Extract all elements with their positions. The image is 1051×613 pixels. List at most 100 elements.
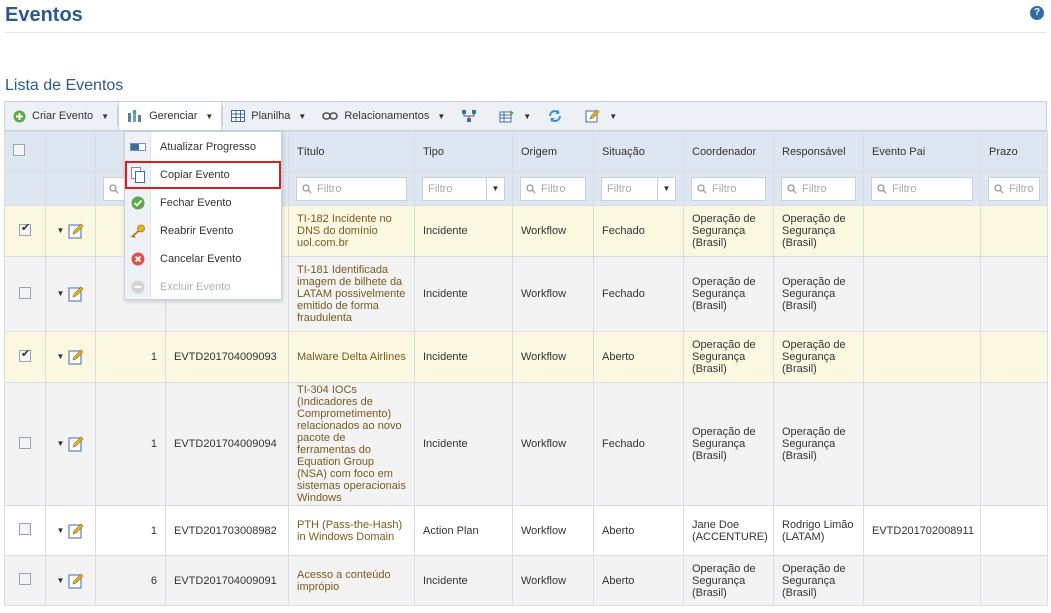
header-responsible[interactable]: Responsável <box>773 131 864 172</box>
row-id[interactable]: EVTD201703008982 <box>165 505 289 556</box>
chevron-down-icon[interactable]: ▼ <box>57 438 65 450</box>
manage-dropdown-menu: Atualizar Progresso Copiar Evento Fechar… <box>124 131 282 300</box>
filter-placeholder: Filtro <box>428 182 453 195</box>
row-status: Aberto <box>593 331 684 383</box>
create-event-label: Criar Evento <box>32 110 94 122</box>
filter-placeholder: Filtro <box>541 182 566 195</box>
row-title[interactable]: TI-182 Incidente no DNS do domínio uol.c… <box>288 205 415 257</box>
row-actions-cell: ▼ <box>45 555 96 606</box>
export-button[interactable]: ▼ <box>491 102 539 130</box>
manage-icon <box>127 109 143 123</box>
origin-filter-input[interactable]: Filtro <box>520 176 586 201</box>
edit-icon[interactable] <box>68 573 84 589</box>
chevron-down-icon[interactable]: ▼ <box>57 525 65 537</box>
spreadsheet-button[interactable]: Planilha ▼ <box>223 102 314 130</box>
header-title[interactable]: Título <box>288 131 415 172</box>
responsible-filter-input[interactable]: Filtro <box>781 176 856 201</box>
row-title[interactable]: PTH (Pass-the-Hash) in Windows Domain <box>288 505 415 556</box>
edit-icon[interactable] <box>68 349 84 365</box>
row-title[interactable]: Acesso a conteúdo imprópio <box>288 555 415 606</box>
table-row[interactable]: ▼ 1 EVTD201704009093 Malware Delta Airli… <box>4 331 1048 383</box>
menu-item-close-event[interactable]: Fechar Evento <box>125 189 281 217</box>
table-row[interactable]: ▼ 1 EVTD201704009094 TI-304 IOCs (Indica… <box>4 382 1048 506</box>
row-select-cell <box>4 331 46 383</box>
chevron-down-icon[interactable]: ▼ <box>57 225 65 237</box>
row-id[interactable]: EVTD201704009091 <box>165 555 289 606</box>
chevron-down-icon: ▼ <box>609 111 618 121</box>
edit-options-button[interactable]: ▼ <box>577 102 625 130</box>
help-icon[interactable]: ? <box>1030 6 1044 20</box>
edit-icon[interactable] <box>68 436 84 452</box>
hierarchy-button[interactable] <box>453 102 491 130</box>
header-deadline[interactable]: Prazo <box>980 131 1048 172</box>
menu-item-label: Cancelar Evento <box>160 253 242 265</box>
filter-placeholder: Filtro <box>712 182 737 195</box>
row-id[interactable]: EVTD201704009093 <box>165 331 289 383</box>
row-id[interactable]: EVTD201704009094 <box>165 382 289 506</box>
row-coordinator: Operação de Segurança (Brasil) <box>683 256 774 332</box>
filter-placeholder: Filtro <box>607 182 632 195</box>
header-status[interactable]: Situação <box>593 131 684 172</box>
row-checkbox[interactable] <box>19 348 31 362</box>
add-circle-icon <box>13 110 26 123</box>
filter-placeholder: Filtro <box>892 182 917 195</box>
edit-icon[interactable] <box>68 523 84 539</box>
row-checkbox[interactable] <box>19 222 31 236</box>
table-row[interactable]: ▼ 1 EVTD201703008982 PTH (Pass-the-Hash)… <box>4 505 1048 556</box>
chevron-down-icon[interactable]: ▼ <box>57 351 65 363</box>
row-status: Fechado <box>593 382 684 506</box>
chevron-down-icon[interactable]: ▼ <box>57 575 65 587</box>
create-event-button[interactable]: Criar Evento ▼ <box>5 102 117 130</box>
menu-item-copy-event[interactable]: Copiar Evento <box>125 161 281 189</box>
parent-filter-input[interactable]: Filtro <box>871 176 973 201</box>
row-coordinator: Jane Doe (ACCENTURE) <box>683 505 774 556</box>
progress-bar-icon <box>125 143 151 151</box>
menu-item-delete-event[interactable]: Excluir Evento <box>125 273 281 301</box>
menu-item-update-progress[interactable]: Atualizar Progresso <box>125 133 281 161</box>
edit-icon[interactable] <box>68 223 84 239</box>
row-parent: EVTD201702008911 <box>863 505 981 556</box>
row-type: Incidente <box>414 205 513 257</box>
select-all-checkbox[interactable] <box>13 144 25 156</box>
title-filter-input[interactable]: Filtro <box>296 176 407 201</box>
row-checkbox[interactable] <box>19 436 31 449</box>
coordinator-filter-input[interactable]: Filtro <box>691 176 766 201</box>
edit-icon[interactable] <box>68 286 84 302</box>
row-coordinator: Operação de Segurança (Brasil) <box>683 382 774 506</box>
row-deadline <box>980 382 1048 506</box>
row-origin: Workflow <box>512 555 594 606</box>
row-responsible: Operação de Segurança (Brasil) <box>773 256 864 332</box>
filter-cell: Filtro <box>980 171 1048 206</box>
row-deadline <box>980 205 1048 257</box>
chevron-down-icon: ▼ <box>298 111 307 121</box>
deadline-filter-input[interactable]: Filtro <box>988 176 1040 201</box>
table-row[interactable]: ▼ 6 EVTD201704009091 Acesso a conteúdo i… <box>4 555 1048 606</box>
type-filter-select[interactable]: Filtro ▼ <box>422 176 505 201</box>
row-title[interactable]: Malware Delta Airlines <box>288 331 415 383</box>
status-filter-select[interactable]: Filtro ▼ <box>601 176 676 201</box>
header-type[interactable]: Tipo <box>414 131 513 172</box>
header-parent-event[interactable]: Evento Pai <box>863 131 981 172</box>
filter-cell: Filtro <box>863 171 981 206</box>
menu-item-reopen-event[interactable]: Reabrir Evento <box>125 217 281 245</box>
search-icon <box>302 183 312 194</box>
menu-item-label: Copiar Evento <box>160 169 230 181</box>
header-origin[interactable]: Origem <box>512 131 594 172</box>
chevron-down-icon[interactable]: ▼ <box>57 288 65 300</box>
chevron-down-icon: ▼ <box>101 111 110 121</box>
relationships-button[interactable]: Relacionamentos ▼ <box>314 102 453 130</box>
row-type: Action Plan <box>414 505 513 556</box>
filter-placeholder: Filtro <box>1009 182 1034 195</box>
header-coordinator[interactable]: Coordenador <box>683 131 774 172</box>
filter-cell: Filtro <box>288 171 415 206</box>
menu-item-cancel-event[interactable]: Cancelar Evento <box>125 245 281 273</box>
row-title[interactable]: TI-304 IOCs (Indicadores de Comprometime… <box>288 382 415 506</box>
row-checkbox[interactable] <box>19 523 31 535</box>
manage-button[interactable]: Gerenciar ▼ <box>118 102 223 130</box>
refresh-button[interactable] <box>539 102 577 130</box>
row-checkbox[interactable] <box>19 573 31 585</box>
row-checkbox[interactable] <box>19 286 31 299</box>
row-title[interactable]: TI-181 Identificada imagem de bilhete da… <box>288 256 415 332</box>
cancel-circle-icon <box>125 252 151 266</box>
row-status: Aberto <box>593 505 684 556</box>
